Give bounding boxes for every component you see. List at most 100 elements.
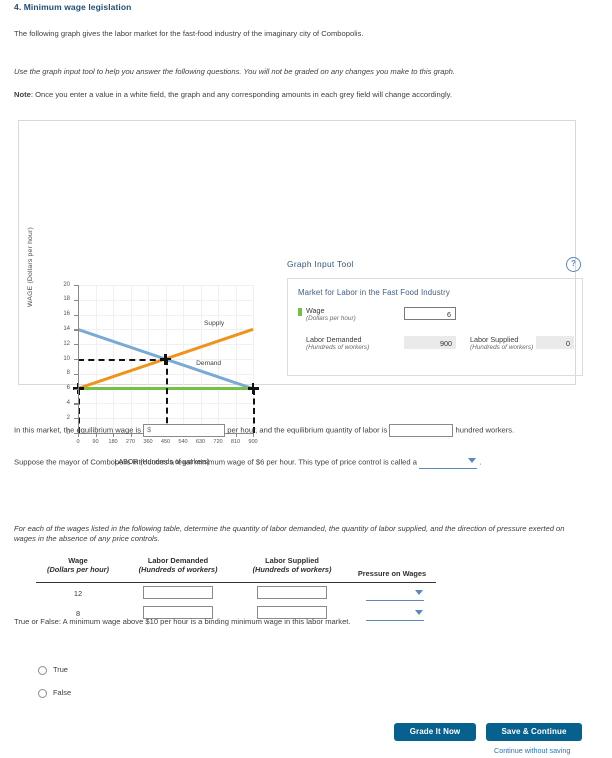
chart-x-tick-label: 810: [230, 439, 241, 445]
table-row-demanded-input[interactable]: [143, 586, 213, 599]
labor-supplied-value: [536, 336, 574, 349]
instruction-paragraph: Use the graph input tool to help you ans…: [14, 67, 456, 76]
wage-unit: (Dollars per hour): [306, 315, 356, 322]
chart-y-tick: [74, 388, 78, 390]
chart-x-tick-label: 540: [178, 439, 188, 445]
chart-y-tick-label: 18: [63, 296, 70, 303]
chart-y-tick: [74, 373, 78, 375]
chart-x-tick-label: 270: [125, 439, 136, 445]
chart-y-tick-label: 10: [63, 355, 70, 362]
chart-y-tick-label: 16: [63, 311, 70, 318]
note-label: Note: [14, 90, 31, 99]
chart-gridline: [78, 299, 253, 301]
table-header-wage: Wage (Dollars per hour): [36, 556, 120, 574]
chart-y-tick: [74, 329, 78, 331]
chart-series-label-demand: Demand: [196, 360, 222, 368]
chart-x-tick-label: 0: [76, 439, 80, 445]
radio-button-false[interactable]: [38, 688, 47, 698]
wage-label: Wage: [306, 306, 325, 315]
note-paragraph: Note: Once you enter a value in a white …: [14, 90, 584, 100]
table-row-supplied-input[interactable]: [257, 586, 327, 599]
chevron-down-icon: [415, 610, 423, 615]
chart-x-tick-label: 630: [195, 439, 206, 445]
chevron-down-icon: [468, 458, 477, 463]
table-row: 12: [18, 584, 438, 604]
equilibrium-question: In this market, the equilibrium wage is …: [14, 424, 594, 437]
chart-plot-area: Supply Demand: [72, 285, 259, 434]
table-header-demanded: Labor Demanded (Hundreds of workers): [122, 556, 234, 574]
graph-input-tool: Graph Input Tool ? Market for Labor in t…: [287, 257, 583, 376]
price-control-text-1: Suppose the mayor of Combopolis introduc…: [14, 457, 417, 467]
note-text: : Once you enter a value in a white fiel…: [30, 90, 453, 99]
chart-y-axis-label: WAGE (Dollars per hour): [27, 227, 34, 307]
chart-y-tick: [74, 299, 78, 301]
save-continue-button[interactable]: Save & Continue: [486, 723, 582, 741]
chart-x-tick-label: 900: [248, 439, 258, 445]
chart-marker-labor-demanded-at-min-wage[interactable]: [247, 383, 259, 395]
graph-input-tool-panel: Market for Labor in the Fast Food Indust…: [287, 278, 583, 376]
table-header-wage-unit: (Dollars per hour): [46, 565, 109, 574]
table-header-demanded-unit: (Hundreds of workers): [138, 565, 218, 574]
true-false-question: True or False: A minimum wage above $10 …: [14, 617, 351, 626]
chart-gridline: [78, 329, 253, 331]
chart-marker-equilibrium[interactable]: [160, 353, 171, 365]
radio-button-true[interactable]: [38, 665, 47, 675]
grade-it-now-button[interactable]: Grade It Now: [394, 723, 476, 741]
wage-field-row: Wage (Dollars per hour): [298, 306, 572, 327]
equilibrium-wage-input[interactable]: $: [143, 424, 226, 437]
chart-y-axis: [78, 285, 80, 433]
assignment-page: 4. Minimum wage legislation The followin…: [0, 0, 612, 758]
market-subtitle: Market for Labor in the Fast Food Indust…: [298, 288, 450, 297]
chart-series-label-supply: Supply: [204, 320, 225, 328]
wage-color-swatch: [298, 308, 302, 316]
dollar-prefix: $: [147, 427, 152, 434]
chart-y-tick: [74, 418, 78, 420]
question-mark-icon[interactable]: ?: [566, 257, 581, 272]
chart-x-tick-label: 90: [92, 439, 99, 445]
chart-x-tick-label: 180: [108, 439, 118, 445]
chart-y-tick-label: 12: [63, 340, 70, 347]
chart-y-tick: [74, 344, 78, 346]
radio-label-false: False: [53, 688, 72, 697]
graph-input-tool-title: Graph Input Tool: [287, 259, 354, 269]
chart-y-tick-label: 20: [63, 281, 70, 288]
radio-option-false[interactable]: False: [38, 688, 71, 698]
radio-option-true[interactable]: True: [38, 665, 68, 675]
labor-demanded-label: Labor Demanded: [306, 335, 362, 344]
equilibrium-text-2: per hour, and the equilibrium quantity o…: [227, 425, 388, 435]
table-row-pressure-dropdown[interactable]: [366, 588, 424, 601]
table-header-row: Wage (Dollars per hour) Labor Demanded (…: [18, 556, 438, 582]
chart-y-tick-label: 2: [66, 414, 70, 421]
equilibrium-text-3: hundred workers.: [455, 425, 515, 435]
price-control-text-2: .: [479, 457, 482, 467]
equilibrium-quantity-input[interactable]: [389, 424, 454, 437]
table-header-pressure: Pressure on Wages: [348, 569, 436, 578]
table-header-demanded-name: Labor Demanded: [147, 556, 209, 565]
chart-x-tick-label: 360: [143, 439, 153, 445]
chevron-down-icon: [415, 590, 423, 595]
table-header-pressure-name: Pressure on Wages: [357, 569, 427, 578]
wage-table: Wage (Dollars per hour) Labor Demanded (…: [18, 556, 438, 624]
wage-input[interactable]: [404, 307, 456, 320]
chart-gridline: [78, 285, 253, 286]
table-header-supplied-unit: (Hundreds of workers): [252, 565, 332, 574]
chart-y-tick-label: 4: [66, 399, 70, 406]
chart-y-tick: [74, 359, 78, 361]
intro-paragraph: The following graph gives the labor mark…: [14, 29, 364, 38]
labor-demanded-unit: (Hundreds of workers): [306, 344, 370, 351]
chart-guide-line: [78, 359, 166, 361]
labor-demanded-value: [404, 336, 456, 349]
chart-y-tick: [74, 403, 78, 405]
chart-gridline: [78, 344, 253, 346]
chart-x-tick-label: 720: [213, 439, 223, 445]
chart-gridline: [78, 314, 253, 316]
table-row-wage: 12: [73, 589, 83, 598]
table-header-supplied: Labor Supplied (Hundreds of workers): [236, 556, 348, 574]
chart-y-tick: [74, 285, 78, 287]
chart-x-tick-label: 450: [160, 439, 171, 445]
table-header-supplied-name: Labor Supplied: [265, 556, 319, 565]
labor-market-chart: WAGE (Dollars per hour) LABOR (Hundreds …: [27, 227, 275, 477]
price-control-dropdown[interactable]: [419, 456, 478, 469]
continue-without-saving-link[interactable]: Continue without saving: [494, 746, 570, 755]
chart-y-tick-label: 6: [66, 385, 70, 392]
